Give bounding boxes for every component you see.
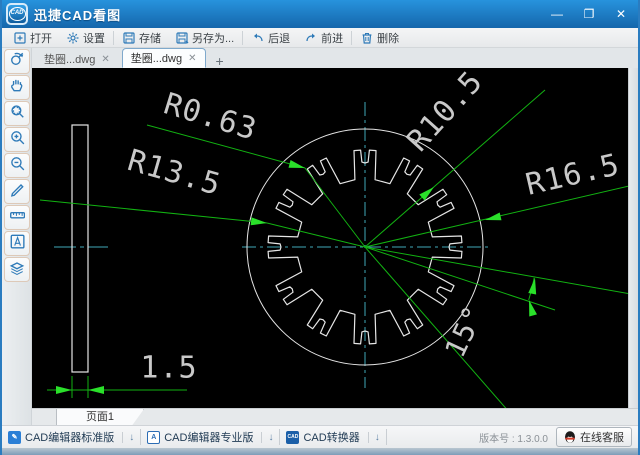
text-tool-button[interactable]: [3, 231, 30, 256]
toolbar-button-3[interactable]: 存储: [115, 29, 168, 47]
tool-sidebar: [2, 48, 32, 425]
close-button[interactable]: ✕: [612, 6, 630, 22]
dimension-arrow: [56, 386, 72, 394]
zoom-in-tool-button[interactable]: [3, 127, 30, 152]
dimension-line: [364, 246, 638, 296]
measure-pen-tool-button[interactable]: [3, 179, 30, 204]
statusbar-separator: [385, 429, 387, 445]
toolbar-button-5[interactable]: 后退: [244, 29, 297, 47]
title-bar: CAD 迅捷CAD看图 — ❐ ✕: [2, 0, 638, 28]
main-toolbar: 打开 设置 存储 另存为... 后退 前进 删除: [2, 28, 638, 48]
ruler-icon: [9, 207, 25, 228]
editor-std-icon: ✎: [8, 430, 21, 444]
toolbar-button-2[interactable]: 设置: [59, 29, 112, 47]
toolbar-separator: [351, 30, 353, 45]
cad-canvas[interactable]: R0.63 R13.5 R10.5 R16.5 15° 1.5: [32, 64, 638, 414]
saveas-icon: [175, 31, 189, 45]
dimension-line: [304, 167, 366, 248]
product-link-2[interactable]: A CAD编辑器专业版 ↓: [141, 426, 279, 448]
page-tab-row: 页面1: [32, 408, 638, 426]
zoom-in-icon: [9, 129, 25, 150]
pan-icon: [9, 77, 25, 98]
rotate-view-tool-button[interactable]: [3, 49, 30, 74]
back-icon: [251, 31, 265, 45]
tab-close-icon[interactable]: ✕: [188, 53, 196, 64]
dimension-line: [266, 222, 366, 248]
new-tab-button[interactable]: +: [212, 54, 228, 68]
ruler-tool-button[interactable]: [3, 205, 30, 230]
tab-close-icon[interactable]: ✕: [101, 54, 109, 65]
dimension-label: R13.5: [124, 143, 225, 203]
window-title: 迅捷CAD看图: [34, 7, 122, 23]
delete-icon: [360, 31, 374, 45]
measure-pen-icon: [9, 181, 25, 202]
settings-icon: [66, 31, 80, 45]
app-logo-text: CAD: [8, 7, 26, 21]
status-bar: ✎ CAD编辑器标准版 ↓ A CAD编辑器专业版 ↓ CAD CAD转换器 ↓ 版本号 : 1…: [2, 425, 638, 448]
qq-penguin-icon: [565, 430, 575, 443]
dimension-label: R16.5: [522, 147, 623, 203]
dimension-label: 1.5: [140, 351, 197, 386]
toolbar-button-7[interactable]: 删除: [353, 29, 406, 47]
toolbar-button-1[interactable]: 打开: [6, 29, 59, 47]
dimension-label: R10.5: [400, 68, 490, 158]
window-bottom-edge: [2, 448, 638, 455]
online-support-button[interactable]: 在线客服: [556, 427, 632, 447]
dimension-line: [39, 199, 268, 224]
washer-side-view: [71, 124, 89, 373]
download-icon[interactable]: ↓: [122, 431, 134, 443]
editor-pro-icon: A: [147, 430, 161, 444]
maximize-button[interactable]: ❐: [580, 6, 598, 22]
document-tab-2[interactable]: 垫圈...dwg ✕: [121, 48, 206, 68]
forward-icon: [304, 31, 318, 45]
toolbar-button-4[interactable]: 另存为...: [168, 29, 241, 47]
product-link-3[interactable]: CAD CAD转换器 ↓: [280, 426, 385, 448]
version-label: 版本号 : 1.3.0.0: [479, 433, 548, 445]
product-link-1[interactable]: ✎ CAD编辑器标准版 ↓: [2, 426, 140, 448]
dimension-arrow: [485, 212, 502, 221]
layers-icon: [9, 259, 25, 280]
minimize-button[interactable]: —: [548, 6, 566, 22]
text-icon: [9, 233, 25, 254]
zoom-out-tool-button[interactable]: [3, 153, 30, 178]
app-logo-icon: CAD: [6, 3, 28, 25]
toolbar-separator: [242, 30, 244, 45]
layers-tool-button[interactable]: [3, 257, 30, 282]
dimension-arrow: [288, 159, 305, 168]
rotate-view-icon: [9, 51, 25, 72]
zoom-window-tool-button[interactable]: [3, 101, 30, 126]
document-tab-1[interactable]: 垫圈...dwg ✕: [36, 50, 118, 68]
zoom-window-icon: [9, 103, 25, 124]
download-icon[interactable]: ↓: [261, 431, 273, 443]
dimension-label: R0.63: [160, 86, 261, 147]
canvas-scrollbar[interactable]: [628, 68, 638, 408]
dimension-label: 15°: [438, 300, 491, 363]
save-icon: [122, 31, 136, 45]
page-tab[interactable]: 页面1: [56, 409, 144, 426]
app-window: CAD 迅捷CAD看图 — ❐ ✕ 打开 设置 存储 另存为... 后退 前进 删除 垫圈.…: [0, 0, 640, 455]
pan-tool-button[interactable]: [3, 75, 30, 100]
zoom-out-icon: [9, 155, 25, 176]
open-icon: [13, 31, 27, 45]
dimension-arrow: [88, 386, 104, 394]
download-icon[interactable]: ↓: [367, 431, 380, 443]
document-tab-bar: 垫圈...dwg ✕ 垫圈...dwg ✕ +: [32, 48, 638, 68]
toolbar-button-6[interactable]: 前进: [297, 29, 350, 47]
dimension-arrow: [250, 217, 267, 226]
converter-icon: CAD: [286, 430, 300, 444]
toolbar-separator: [113, 30, 114, 45]
